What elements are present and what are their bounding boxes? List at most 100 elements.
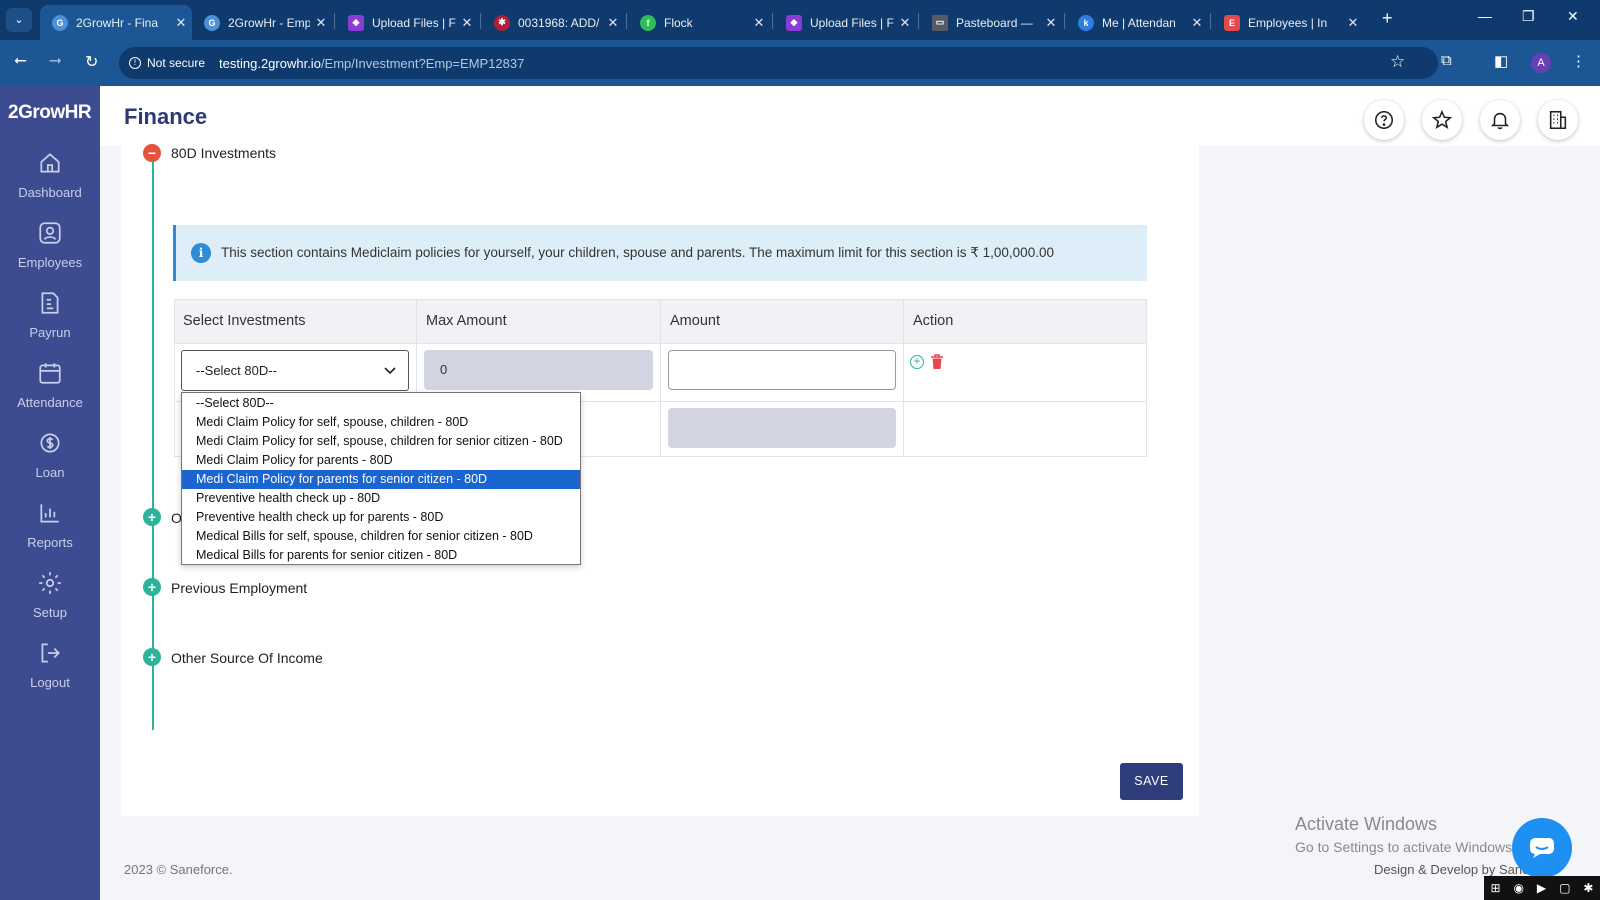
close-icon[interactable]: ✕ bbox=[894, 15, 916, 31]
company-button[interactable] bbox=[1538, 100, 1578, 140]
grid-icon[interactable]: ⊞ bbox=[1490, 881, 1500, 895]
dropdown-option[interactable]: Preventive health check up for parents -… bbox=[182, 508, 580, 527]
section-previous-employment-title[interactable]: Previous Employment bbox=[171, 580, 307, 596]
header-max-amount: Max Amount bbox=[426, 313, 507, 329]
sidebar-item-logout[interactable]: Logout bbox=[0, 640, 100, 690]
add-row-icon[interactable]: + bbox=[910, 355, 924, 369]
select-80d-dropdown[interactable]: --Select 80D-- bbox=[181, 350, 409, 391]
max-amount-field: 0 bbox=[424, 350, 653, 390]
sidebar-item-reports[interactable]: Reports bbox=[0, 500, 100, 550]
employees-favicon-icon: E bbox=[1224, 14, 1240, 31]
restore-icon[interactable]: ❐ bbox=[1522, 8, 1535, 25]
browser-tab[interactable]: ✱ 0031968: ADD/ ✕ bbox=[482, 5, 624, 40]
close-icon[interactable]: ✕ bbox=[170, 15, 192, 31]
page-title: Finance bbox=[124, 104, 208, 129]
settings-icon[interactable]: ✱ bbox=[1583, 881, 1593, 895]
bell-icon bbox=[1490, 112, 1510, 130]
tab-label: 2GrowHr - Fina bbox=[76, 15, 159, 30]
close-icon[interactable]: ✕ bbox=[1342, 15, 1364, 31]
sidebar-item-loan[interactable]: Loan bbox=[0, 430, 100, 480]
reload-icon[interactable]: ↻ bbox=[85, 52, 98, 72]
bookmark-star-icon[interactable]: ☆ bbox=[1390, 52, 1405, 72]
dropdown-option[interactable]: Medical Bills for parents for senior cit… bbox=[182, 546, 580, 565]
browser-tab[interactable]: E Employees | In ✕ bbox=[1212, 5, 1364, 40]
sidebar-item-payrun[interactable]: Payrun bbox=[0, 290, 100, 340]
dropdown-option[interactable]: Medi Claim Policy for self, spouse, chil… bbox=[182, 432, 580, 451]
sidebar-item-setup[interactable]: Setup bbox=[0, 570, 100, 620]
browser-tab[interactable]: ◆ Upload Files | F ✕ bbox=[774, 5, 916, 40]
dropdown-option[interactable]: Medi Claim Policy for parents - 80D bbox=[182, 451, 580, 470]
minimize-icon[interactable]: — bbox=[1478, 8, 1492, 24]
url-text: testing.2growhr.io/Emp/Investment?Emp=EM… bbox=[219, 55, 525, 71]
browser-tab[interactable]: G 2GrowHr - Fina ✕ bbox=[40, 5, 192, 40]
building-icon bbox=[1549, 110, 1567, 130]
forward-icon[interactable]: ⭢ bbox=[49, 52, 62, 70]
browser-tab[interactable]: k Me | Attendan ✕ bbox=[1066, 5, 1208, 40]
save-button[interactable]: SAVE bbox=[1120, 763, 1183, 800]
collapse-icon[interactable]: − bbox=[143, 144, 161, 162]
sidebar-item-attendance[interactable]: Attendance bbox=[0, 360, 100, 410]
tab-label: Upload Files | F bbox=[810, 15, 894, 30]
select-80d-options: --Select 80D-- Medi Claim Policy for sel… bbox=[181, 392, 581, 565]
close-icon[interactable]: ✕ bbox=[748, 15, 770, 31]
close-icon[interactable]: ✕ bbox=[310, 15, 332, 31]
sidebar-item-employees[interactable]: Employees bbox=[0, 220, 100, 270]
video-icon[interactable]: ▶ bbox=[1537, 881, 1546, 895]
camera-icon[interactable]: ◉ bbox=[1513, 881, 1523, 895]
profile-avatar[interactable]: A bbox=[1531, 53, 1551, 73]
app-header: Finance bbox=[100, 86, 1600, 146]
url-input[interactable]: ! Not secure testing.2growhr.io/Emp/Inve… bbox=[119, 47, 1438, 79]
close-icon[interactable]: ✕ bbox=[456, 15, 478, 31]
dropdown-option-highlighted[interactable]: Medi Claim Policy for parents for senior… bbox=[182, 470, 580, 489]
window-close-icon[interactable]: ✕ bbox=[1567, 8, 1579, 25]
close-icon[interactable]: ✕ bbox=[1186, 15, 1208, 31]
sidebar-item-dashboard[interactable]: Dashboard bbox=[0, 150, 100, 200]
dropdown-option[interactable]: Medi Claim Policy for self, spouse, chil… bbox=[182, 413, 580, 432]
browser-tab[interactable]: G 2GrowHr - Emp ✕ bbox=[192, 5, 332, 40]
tab-search-button[interactable]: ⌄ bbox=[6, 8, 32, 32]
gear-icon bbox=[39, 572, 61, 594]
browser-tab-bar: ⌄ G 2GrowHr - Fina ✕ G 2GrowHr - Emp ✕ ◆… bbox=[0, 0, 1600, 40]
chat-button[interactable] bbox=[1512, 818, 1572, 878]
close-icon[interactable]: ✕ bbox=[602, 15, 624, 31]
keka-favicon-icon: k bbox=[1078, 14, 1094, 31]
expand-icon[interactable]: + bbox=[143, 648, 161, 666]
amount-field-disabled bbox=[668, 408, 896, 448]
tab-label: Flock bbox=[664, 15, 693, 30]
dropdown-option[interactable]: --Select 80D-- bbox=[182, 394, 580, 413]
browser-tab[interactable]: f Flock ✕ bbox=[628, 5, 770, 40]
side-panel-icon[interactable]: ◧ bbox=[1494, 52, 1508, 70]
tab-label: 2GrowHr - Emp bbox=[228, 15, 310, 30]
footer-copyright: 2023 © Saneforce. bbox=[124, 862, 233, 877]
tab-label: Upload Files | F bbox=[372, 15, 456, 30]
expand-icon[interactable]: + bbox=[143, 508, 161, 526]
notifications-button[interactable] bbox=[1480, 100, 1520, 140]
bug-favicon-icon: ✱ bbox=[494, 14, 510, 31]
section-80d-title[interactable]: 80D Investments bbox=[171, 145, 276, 161]
dropdown-option[interactable]: Preventive health check up - 80D bbox=[182, 489, 580, 508]
delete-icon[interactable] bbox=[930, 354, 944, 370]
window-icon[interactable]: ▢ bbox=[1559, 881, 1570, 895]
help-button[interactable] bbox=[1364, 100, 1404, 140]
not-secure-indicator[interactable]: ! Not secure bbox=[129, 56, 205, 70]
browser-menu-icon[interactable]: ⋮ bbox=[1571, 52, 1586, 70]
favorites-button[interactable] bbox=[1422, 100, 1462, 140]
upload-favicon-icon: ◆ bbox=[348, 14, 364, 31]
browser-tab[interactable]: ◆ Upload Files | F ✕ bbox=[336, 5, 478, 40]
chevron-down-icon bbox=[384, 366, 396, 374]
browser-tab[interactable]: ▭ Pasteboard — ✕ bbox=[920, 5, 1062, 40]
2growhr-favicon-icon: G bbox=[204, 14, 220, 31]
expand-icon[interactable]: + bbox=[143, 578, 161, 596]
new-tab-button[interactable]: + bbox=[1382, 8, 1393, 29]
close-icon[interactable]: ✕ bbox=[1040, 15, 1062, 31]
tab-label: 0031968: ADD/ bbox=[518, 15, 600, 30]
back-icon[interactable]: ⭠ bbox=[14, 52, 27, 70]
upload-favicon-icon: ◆ bbox=[786, 14, 802, 31]
dropdown-option[interactable]: Medical Bills for self, spouse, children… bbox=[182, 527, 580, 546]
section-other-income-title[interactable]: Other Source Of Income bbox=[171, 650, 323, 666]
activate-windows-subtitle: Go to Settings to activate Windows. bbox=[1295, 839, 1516, 855]
help-icon bbox=[1374, 110, 1394, 130]
extensions-icon[interactable]: ⧉ bbox=[1441, 52, 1452, 69]
payrun-icon bbox=[41, 292, 59, 314]
amount-input[interactable] bbox=[668, 350, 896, 390]
